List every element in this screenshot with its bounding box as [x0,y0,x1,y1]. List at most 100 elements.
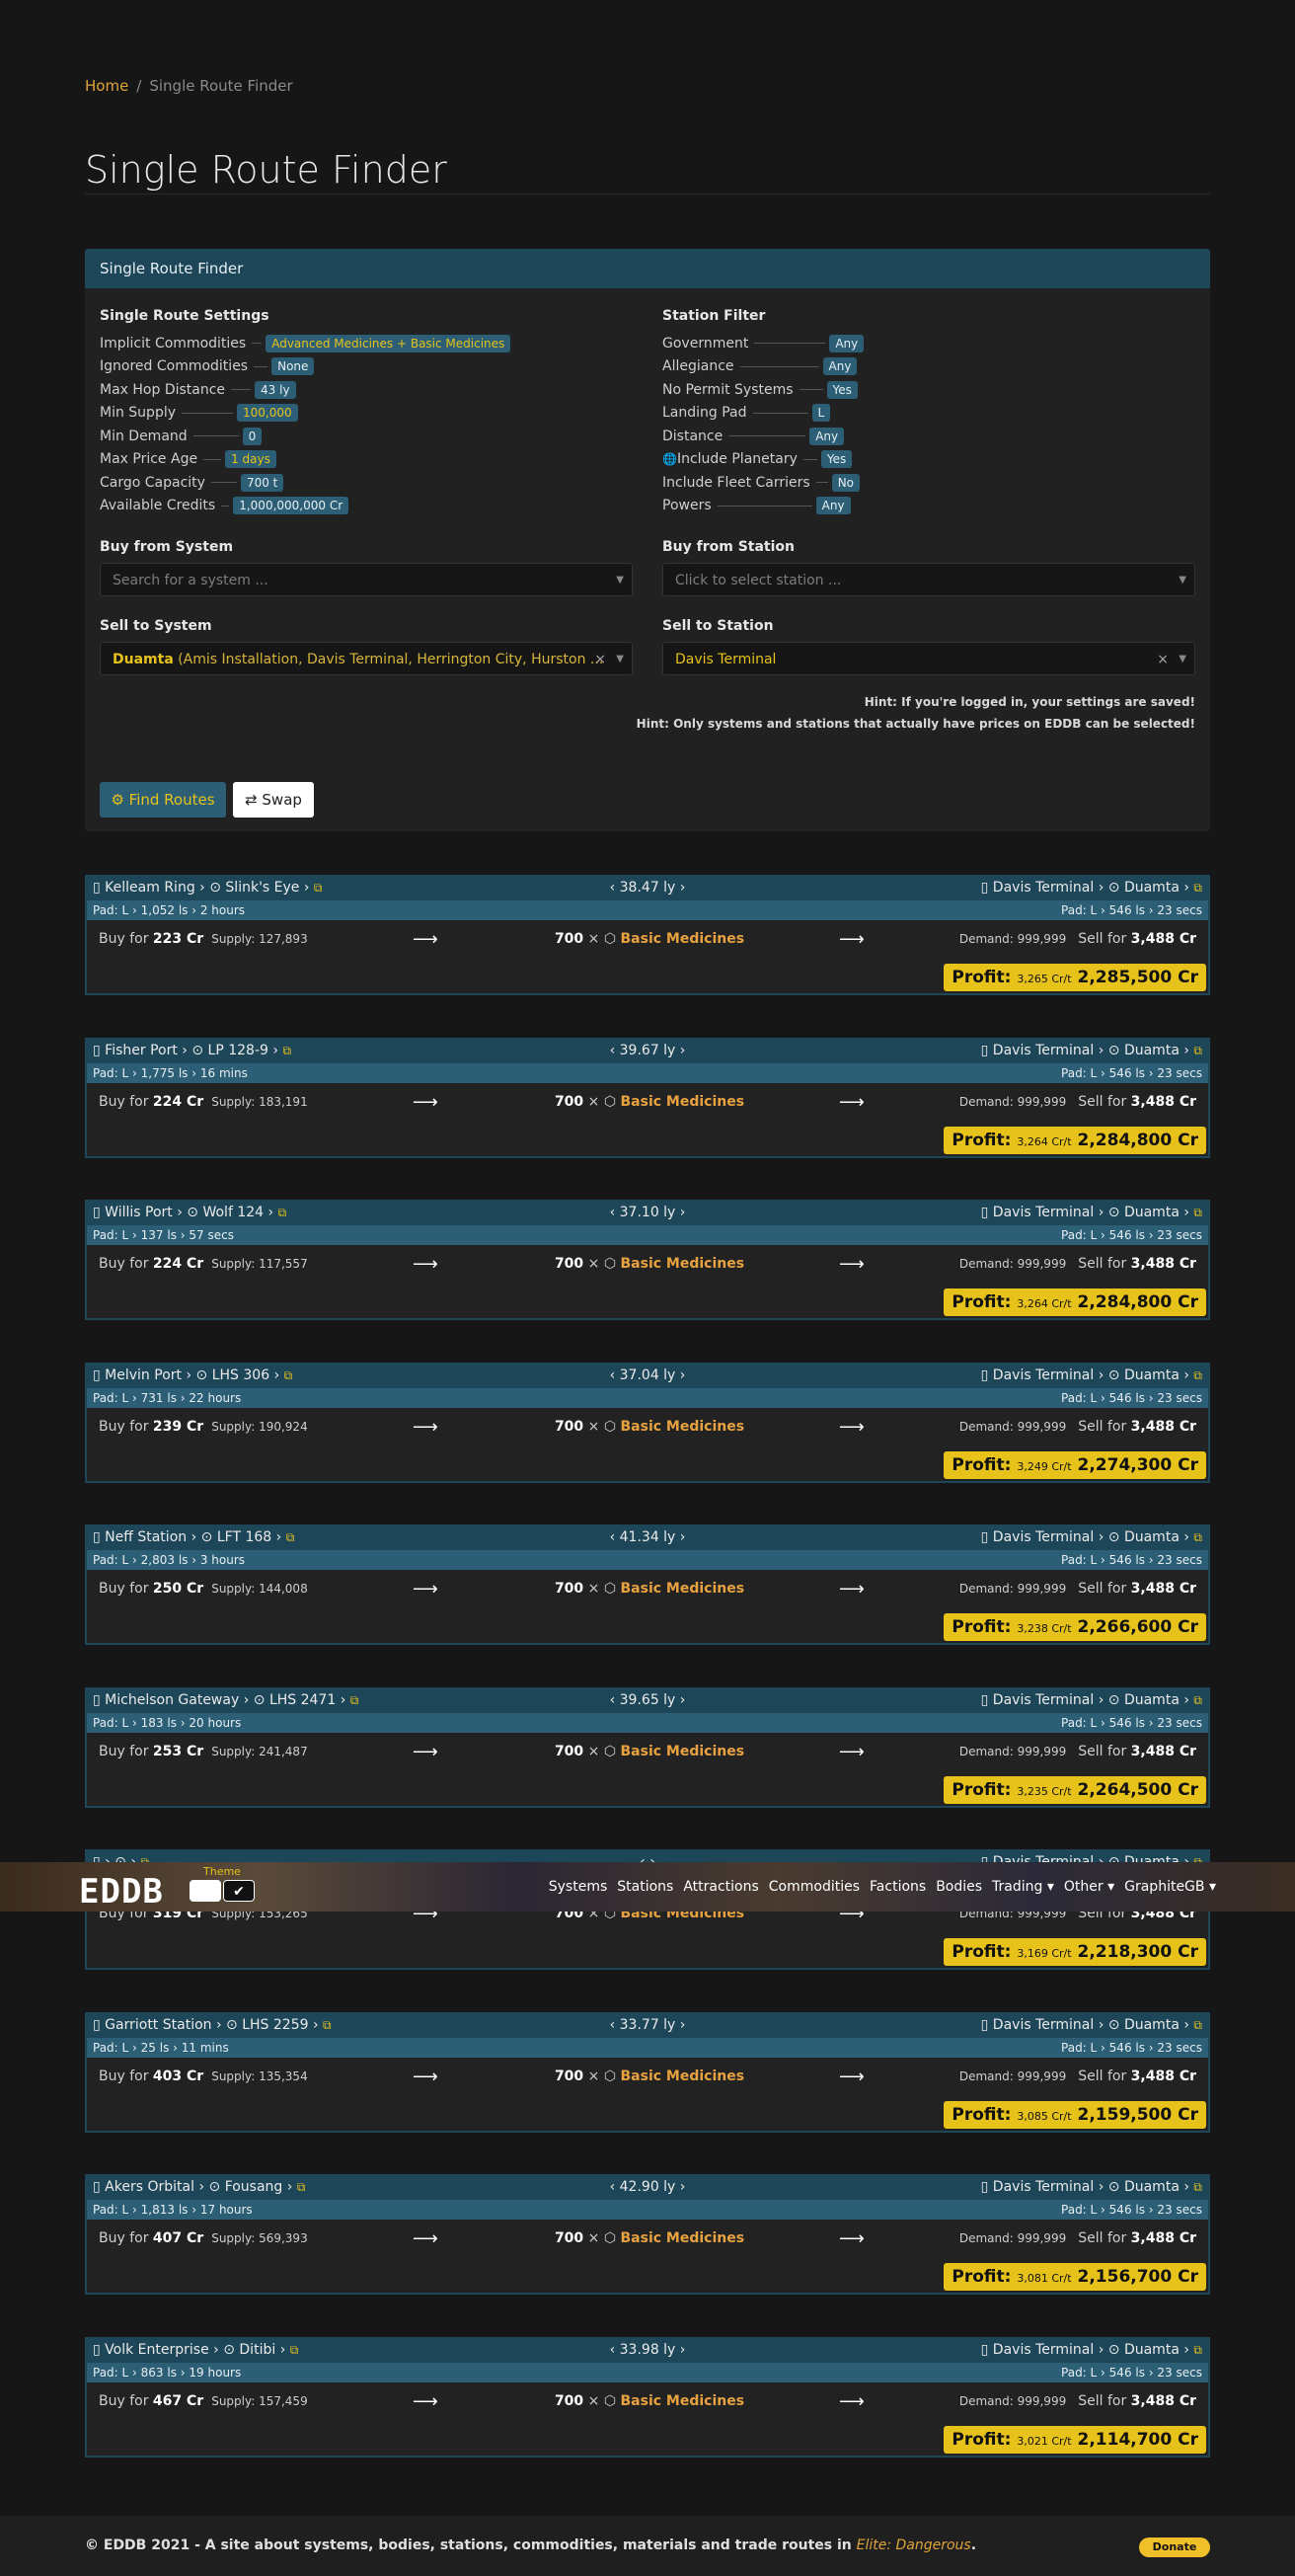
find-routes-button[interactable]: ⚙ Find Routes [100,782,226,818]
dest-system-link[interactable]: Duamta [1124,1043,1180,1058]
dest-system-link[interactable]: Duamta [1124,880,1180,896]
nav-item[interactable]: Factions [870,1879,926,1895]
commodity-link[interactable]: Basic Medicines [621,1419,745,1435]
setting-row: Landing Pad L [662,402,1195,426]
nav-item[interactable]: GraphiteGB ▾ [1124,1879,1216,1895]
origin-station-link[interactable]: Melvin Port [105,1367,182,1383]
commodity-link[interactable]: Basic Medicines [621,1256,745,1272]
nav-item[interactable]: Stations [617,1879,673,1895]
setting-label: Max Price Age [100,451,198,468]
commodity-link[interactable]: Basic Medicines [621,2230,745,2246]
origin-system-link[interactable]: Ditibi [239,2342,275,2358]
dest-system-link[interactable]: Duamta [1124,2017,1180,2033]
setting-value-badge: Any [809,427,845,445]
copy-icon[interactable]: ⧉ [1193,1368,1202,1382]
origin-station-link[interactable]: Kelleam Ring [105,880,195,896]
dest-station-link[interactable]: Davis Terminal [993,1529,1094,1545]
clear-icon[interactable]: × [594,643,606,676]
commodity-link[interactable]: Basic Medicines [621,2069,745,2084]
origin-system-link[interactable]: LP 128-9 [208,1043,268,1058]
dest-station-link[interactable]: Davis Terminal [993,1043,1094,1058]
origin-pad: Pad: L [93,1553,129,1567]
nav-item[interactable]: Commodities [769,1879,860,1895]
route-distance: ‹ 33.98 ly › [609,2342,686,2358]
nav-item[interactable]: Bodies [936,1879,982,1895]
dest-station-link[interactable]: Davis Terminal [993,2342,1094,2358]
gear-icon: ⚙ [111,791,129,809]
origin-station-link[interactable]: Michelson Gateway [105,1692,239,1708]
origin-system-link[interactable]: LHS 306 [212,1367,269,1383]
nav-item[interactable]: Other ▾ [1064,1879,1114,1895]
sell-system-select[interactable]: Duamta (Amis Installation, Davis Termina… [100,642,633,675]
buy-price: 224 Cr [152,1256,204,1272]
donate-button[interactable]: Donate [1139,2537,1210,2557]
eddb-logo[interactable]: EDDB [79,1872,164,1912]
commodity-link[interactable]: Basic Medicines [621,1581,745,1597]
origin-system-link[interactable]: Slink's Eye [225,880,299,896]
dest-system-link[interactable]: Duamta [1124,1205,1180,1220]
dest-station-link[interactable]: Davis Terminal [993,2017,1094,2033]
copy-icon[interactable]: ⧉ [284,1368,293,1382]
origin-system-link[interactable]: LHS 2471 [269,1692,336,1708]
commodity-link[interactable]: Basic Medicines [621,1094,745,1110]
light-theme-option[interactable] [190,1880,221,1902]
commodity-link[interactable]: Basic Medicines [621,2393,745,2409]
origin-station-link[interactable]: Volk Enterprise [105,2342,209,2358]
origin-system-link[interactable]: Wolf 124 [202,1205,264,1220]
origin-station-link[interactable]: Fisher Port [105,1043,178,1058]
clear-icon[interactable]: × [1157,643,1169,676]
copy-icon[interactable]: ⧉ [1193,881,1202,895]
sell-station-select[interactable]: Davis Terminal × ▼ [662,642,1195,675]
copy-icon[interactable]: ⧉ [350,1693,359,1707]
origin-age: 11 mins [181,2041,229,2055]
dest-station-link[interactable]: Davis Terminal [993,1367,1094,1383]
buy-system-select[interactable]: Search for a system ... ▼ [100,563,633,596]
origin-station-link[interactable]: Willis Port [105,1205,173,1220]
swap-button[interactable]: ⇄ Swap [233,782,314,818]
commodity-link[interactable]: Basic Medicines [621,931,745,947]
dest-station-link[interactable]: Davis Terminal [993,880,1094,896]
copy-icon[interactable]: ⧉ [1193,2343,1202,2357]
commodity-link[interactable]: Basic Medicines [621,1744,745,1759]
origin-station-link[interactable]: Akers Orbital [105,2179,194,2195]
copy-icon[interactable]: ⧉ [278,1206,287,1219]
copy-icon[interactable]: ⧉ [314,881,323,895]
dest-system-link[interactable]: Duamta [1124,2179,1180,2195]
dark-theme-option[interactable]: ✔ [223,1880,255,1902]
copy-icon[interactable]: ⧉ [1193,1206,1202,1219]
copy-icon[interactable]: ⧉ [297,2180,306,2194]
copy-icon[interactable]: ⧉ [1193,1530,1202,1544]
copy-icon[interactable]: ⧉ [323,2018,332,2032]
dest-system-link[interactable]: Duamta [1124,1692,1180,1708]
footer-game-link[interactable]: Elite: Dangerous [857,2537,971,2553]
origin-system-link[interactable]: LHS 2259 [242,2017,308,2033]
copy-icon[interactable]: ⧉ [1193,2018,1202,2032]
dest-system-link[interactable]: Duamta [1124,1529,1180,1545]
dest-station-link[interactable]: Davis Terminal [993,2179,1094,2195]
supply-value: Supply: 183,191 [211,1095,308,1109]
copy-icon[interactable]: ⧉ [1193,2180,1202,2194]
setting-row: Min Demand 0 [100,425,633,448]
nav-item[interactable]: Trading ▾ [992,1879,1054,1895]
copy-icon[interactable]: ⧉ [290,2343,299,2357]
theme-toggle[interactable]: ✔ [190,1880,257,1902]
profit-per-ton: 3,085 Cr/t [1017,2110,1072,2123]
nav-item[interactable]: Systems [549,1879,608,1895]
origin-station-link[interactable]: Garriott Station [105,2017,211,2033]
origin-system-link[interactable]: Fousang [225,2179,283,2195]
dest-station-link[interactable]: Davis Terminal [993,1692,1094,1708]
chevron-right-icon: › [1098,1205,1105,1220]
buy-station-select[interactable]: Click to select station ... ▼ [662,563,1195,596]
dest-station-link[interactable]: Davis Terminal [993,1205,1094,1220]
copy-icon[interactable]: ⧉ [282,1044,291,1057]
copy-icon[interactable]: ⧉ [1193,1044,1202,1057]
dest-system-link[interactable]: Duamta [1124,2342,1180,2358]
breadcrumb-home-link[interactable]: Home [85,77,128,95]
origin-system-link[interactable]: LFT 168 [217,1529,271,1545]
origin-station-link[interactable]: Neff Station [105,1529,187,1545]
profit-badge: Profit: 3,264 Cr/t 2,284,800 Cr [944,1288,1206,1316]
copy-icon[interactable]: ⧉ [286,1530,295,1544]
dest-system-link[interactable]: Duamta [1124,1367,1180,1383]
nav-item[interactable]: Attractions [683,1879,758,1895]
copy-icon[interactable]: ⧉ [1193,1693,1202,1707]
